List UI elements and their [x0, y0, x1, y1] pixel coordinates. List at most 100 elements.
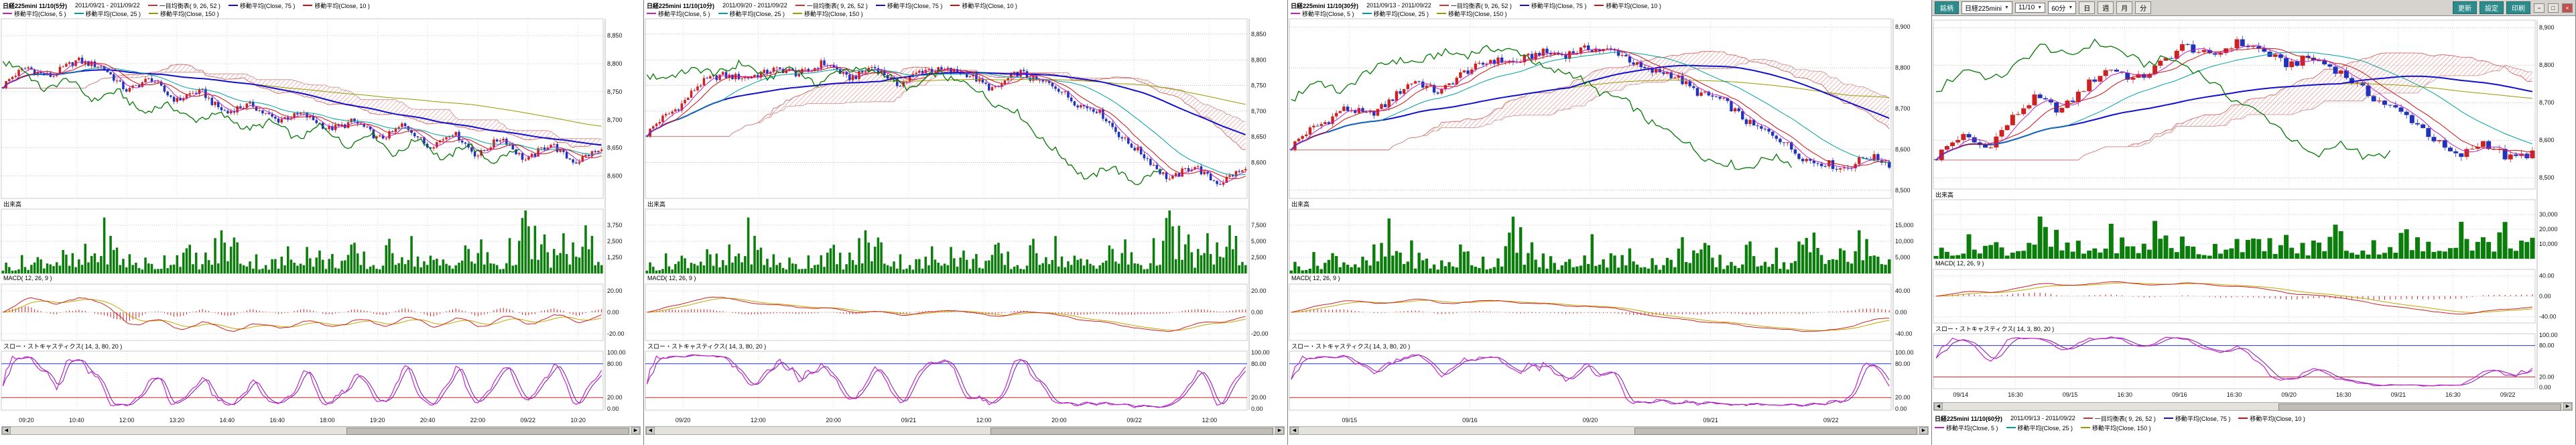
chart-canvas[interactable]: 09:2010:4012:0013:2014:4016:4018:0019:20… [0, 0, 643, 445]
macd-axis-tick: 40.00 [2539, 273, 2555, 279]
x-axis-label: 09/22 [1823, 417, 1839, 424]
chart-panel-10min: 日経225mini 11/10(10分)2011/09/20 - 2011/09… [644, 0, 1288, 445]
chart-panel-30min: 日経225mini 11/10(30分)2011/09/13 - 2011/09… [1288, 0, 1932, 445]
stoch-axis-tick: 0.00 [1895, 405, 1907, 412]
scroll-thumb[interactable] [990, 428, 1273, 435]
macd-axis-tick: -20.00 [1251, 330, 1269, 337]
macd-axis-tick: 0.00 [2539, 293, 2551, 300]
y-axis-tick: 8,850 [1251, 31, 1267, 38]
x-axis-label: 09/20 [2281, 391, 2297, 398]
scroll-right-button[interactable]: ▶ [1275, 427, 1284, 434]
h-scrollbar[interactable]: ◀▶ [1933, 402, 2573, 411]
scroll-thumb[interactable] [2278, 403, 2561, 411]
x-axis-label: 10:40 [69, 417, 84, 424]
stoch-axis-tick: 80.00 [1895, 361, 1911, 367]
stochastics-plot: 100.0080.0020.000.00 [1, 349, 626, 412]
x-axis-label: 09/21 [1703, 417, 1718, 424]
y-axis-tick: 8,650 [607, 145, 623, 151]
stoch-axis-tick: 100.00 [607, 349, 626, 356]
volume-axis-tick: 5,000 [1251, 238, 1267, 245]
x-axis-label: 09:20 [19, 417, 34, 424]
stoch-axis-tick: 80.00 [1251, 361, 1267, 367]
stoch-axis-tick: 20.00 [2539, 373, 2555, 380]
y-axis-tick: 8,700 [1251, 108, 1267, 115]
candles-layer [2, 55, 603, 166]
volume-axis-tick: 5,000 [1895, 254, 1911, 261]
macd-axis-tick: 40.00 [1895, 288, 1911, 294]
scroll-right-button[interactable]: ▶ [631, 427, 640, 434]
volume-bars: 7,5005,0002,500 [645, 210, 1267, 273]
x-axis-label: 14:40 [219, 417, 235, 424]
y-axis-tick: 8,650 [1251, 133, 1267, 140]
volume-axis-tick: 2,500 [1251, 254, 1267, 261]
y-axis-tick: 8,750 [1251, 82, 1267, 89]
y-axis-tick: 8,600 [2539, 137, 2555, 143]
stochastics-plot: 100.0080.0020.000.00 [645, 349, 1270, 412]
volume-bars: 3,7502,5001,250 [1, 210, 623, 273]
y-axis-tick: 8,800 [2539, 62, 2555, 68]
ichimoku-cloud [1291, 51, 1889, 150]
y-axis-tick: 8,600 [1895, 146, 1911, 153]
y-axis-tick: 8,700 [1895, 105, 1911, 112]
scroll-right-button[interactable]: ▶ [2563, 403, 2572, 410]
y-axis-tick: 8,900 [1895, 23, 1911, 30]
x-axis-label: 16:30 [2336, 391, 2352, 398]
macd-axis-tick: -40.00 [1895, 330, 1913, 337]
x-axis-label: 09/16 [2172, 391, 2187, 398]
y-axis-tick: 8,800 [607, 60, 623, 67]
stoch-axis-tick: 20.00 [607, 394, 623, 401]
scroll-thumb[interactable] [346, 428, 629, 435]
stoch-axis-tick: 80.00 [2539, 342, 2555, 349]
volume-axis-tick: 1,250 [607, 254, 623, 261]
scroll-left-button[interactable]: ◀ [2, 427, 11, 434]
x-axis-label: 19:20 [370, 417, 385, 424]
y-axis-tick: 8,700 [607, 117, 623, 123]
x-axis-label: 20:40 [420, 417, 436, 424]
macd-axis-tick: -20.00 [607, 330, 625, 337]
x-axis-label: 16:30 [2445, 391, 2461, 398]
stoch-axis-tick: 0.00 [607, 405, 619, 412]
x-axis-label: 13:20 [170, 417, 185, 424]
macd-axis-tick: 0.00 [607, 309, 619, 316]
x-axis-label: 09/21 [2391, 391, 2406, 398]
h-scrollbar[interactable]: ◀▶ [645, 426, 1285, 435]
y-axis-tick: 8,500 [1895, 187, 1911, 194]
x-axis-label: 09/22 [520, 417, 535, 424]
stoch-axis-tick: 0.00 [1251, 405, 1263, 412]
section-frames [1, 19, 605, 410]
h-scrollbar[interactable]: ◀▶ [1, 426, 641, 435]
x-axis-label: 20:00 [1051, 417, 1067, 424]
y-axis-tick: 8,750 [607, 88, 623, 95]
x-axis-label: 09/20 [1583, 417, 1598, 424]
macd-axis-tick: 0.00 [1251, 309, 1263, 316]
y-axis-tick: 8,600 [607, 173, 623, 180]
macd-plot: 40.000.00-40.00 [1933, 273, 2557, 320]
h-scrollbar[interactable]: ◀▶ [1289, 426, 1929, 435]
scroll-left-button[interactable]: ◀ [1290, 427, 1299, 434]
y-axis-tick: 8,700 [2539, 99, 2555, 106]
chart-canvas[interactable]: 09/2012:0020:0009/2112:0020:0009/2212:00… [644, 0, 1287, 445]
chart-canvas[interactable]: 09/1416:3009/1516:3009/1616:3009/2016:30… [1932, 0, 2575, 445]
macd-plot: 40.00 0.00 -40.00 [1289, 288, 1913, 337]
x-axis-label: 12:00 [976, 417, 992, 424]
chart-canvas[interactable]: 09/1509/1609/2009/2109/228,9008,8008,700… [1288, 0, 1931, 445]
x-axis-label: 09/14 [1953, 391, 1969, 398]
volume-axis-tick: 2,500 [607, 238, 623, 245]
scroll-left-button[interactable]: ◀ [646, 427, 655, 434]
x-axis-label: 18:00 [320, 417, 335, 424]
x-axis-label: 16:30 [2117, 391, 2132, 398]
y-axis-tick: 8,900 [2539, 24, 2555, 31]
volume-axis-tick: 10,000 [1895, 238, 1914, 245]
scroll-thumb[interactable] [1634, 428, 1917, 435]
macd-axis-tick: 20.00 [607, 288, 623, 294]
volume-axis-tick: 30,000 [2539, 211, 2558, 218]
x-axis-label: 09/20 [675, 417, 691, 424]
x-axis-label: 12:00 [119, 417, 135, 424]
scroll-left-button[interactable]: ◀ [1934, 403, 1943, 410]
macd-axis-tick: 0.00 [1895, 309, 1907, 316]
scroll-right-button[interactable]: ▶ [1919, 427, 1928, 434]
volume-bars: 15,00010,0005,000 [1289, 216, 1914, 273]
volume-axis-tick: 10,000 [2539, 241, 2558, 247]
x-axis-label: 09/15 [1342, 417, 1358, 424]
volume-bars: 30,00020,00010,000 [1933, 211, 2558, 259]
